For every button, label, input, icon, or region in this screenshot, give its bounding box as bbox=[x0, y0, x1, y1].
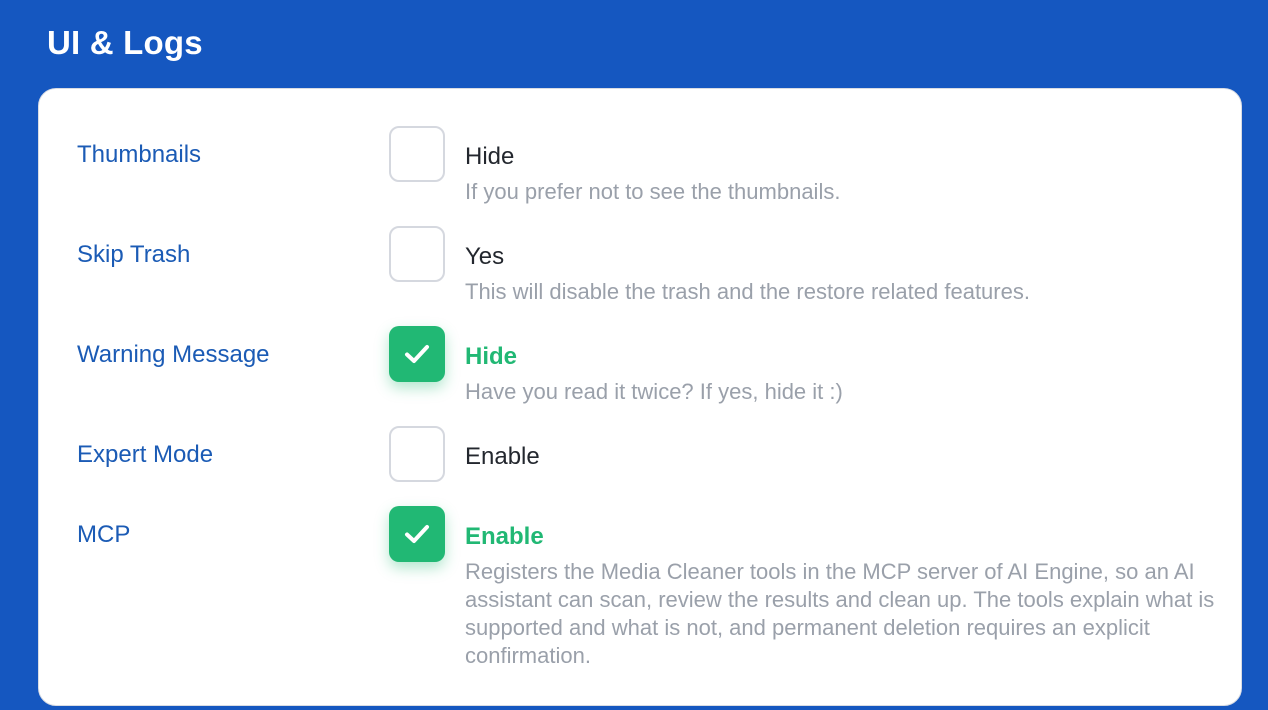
thumbnails-checkbox[interactable] bbox=[389, 126, 445, 182]
skip-trash-checkbox[interactable] bbox=[389, 226, 445, 282]
setting-label-warning-message: Warning Message bbox=[77, 341, 270, 368]
setting-label-thumbnails: Thumbnails bbox=[77, 141, 202, 168]
panel-title: UI & Logs bbox=[47, 24, 203, 61]
check-icon bbox=[405, 525, 429, 543]
skip-trash-option-label[interactable]: Yes bbox=[465, 243, 504, 271]
setting-label-skip-trash: Skip Trash bbox=[77, 241, 191, 268]
mcp-description: Registers the Media Cleaner tools in the… bbox=[465, 559, 1215, 668]
check-icon bbox=[405, 345, 429, 363]
thumbnails-option-label[interactable]: Hide bbox=[465, 143, 514, 171]
expert-mode-option-label[interactable]: Enable bbox=[465, 443, 540, 471]
setting-label-expert-mode: Expert Mode bbox=[77, 441, 214, 468]
warning-message-option-label[interactable]: Hide bbox=[465, 343, 517, 371]
settings-card: Thumbnails Hide If you prefer not to see… bbox=[38, 88, 1242, 706]
mcp-option-label[interactable]: Enable bbox=[465, 523, 544, 551]
thumbnails-description: If you prefer not to see the thumbnails. bbox=[465, 179, 841, 204]
mcp-checkbox[interactable] bbox=[389, 506, 445, 562]
warning-message-checkbox[interactable] bbox=[389, 326, 445, 382]
warning-message-description: Have you read it twice? If yes, hide it … bbox=[465, 379, 843, 404]
setting-label-mcp: MCP bbox=[77, 521, 131, 548]
expert-mode-checkbox[interactable] bbox=[389, 426, 445, 482]
skip-trash-description: This will disable the trash and the rest… bbox=[465, 279, 1030, 304]
